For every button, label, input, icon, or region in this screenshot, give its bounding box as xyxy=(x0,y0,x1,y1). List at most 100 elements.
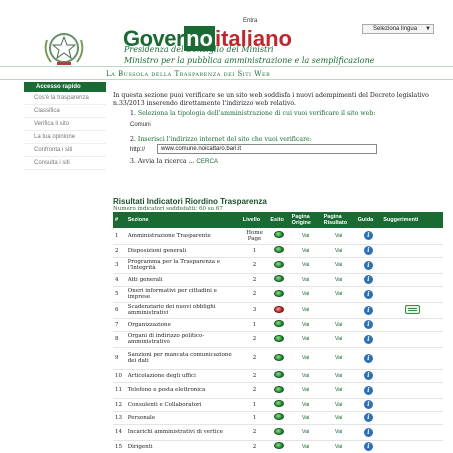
row-guida: i xyxy=(355,382,382,399)
pagina-risultato-link[interactable]: Vai xyxy=(321,398,356,412)
row-number: 6 xyxy=(113,302,126,319)
row-sezione: Amministrazione Trasparente xyxy=(125,228,241,245)
pagina-risultato-link[interactable]: Vai xyxy=(321,257,356,274)
pagina-risultato-link[interactable]: Vai xyxy=(321,286,356,303)
info-icon[interactable]: i xyxy=(363,400,373,409)
tipologia-select[interactable]: Comuni xyxy=(130,122,151,128)
col-suggerimenti: Suggerimenti xyxy=(381,212,443,228)
row-guida: i xyxy=(355,424,382,441)
row-esito xyxy=(268,244,290,258)
sidebar-item-confronta[interactable]: Confronta i siti xyxy=(24,144,106,157)
row-number: 13 xyxy=(113,411,126,425)
row-livello: 1 xyxy=(240,244,269,258)
info-icon[interactable]: i xyxy=(363,427,373,437)
row-number: 3 xyxy=(113,257,126,274)
pagina-origine-link[interactable]: Vai xyxy=(289,244,322,258)
cerca-button[interactable]: CERCA xyxy=(196,158,218,165)
info-icon[interactable]: i xyxy=(363,385,373,395)
row-sezione: Articolazione degli uffici xyxy=(125,369,241,383)
pagina-risultato-link[interactable]: Vai xyxy=(321,273,356,287)
info-icon[interactable]: i xyxy=(363,231,373,241)
row-esito xyxy=(268,382,290,399)
col-sezione: Sezione xyxy=(125,212,241,228)
row-livello: 1 xyxy=(240,411,269,425)
row-livello: 2 xyxy=(240,286,269,303)
language-select[interactable]: Seleziona lingua ▼ xyxy=(362,24,434,34)
table-row: 14 Incarichi amministrativi di vertice 2 Va… xyxy=(113,424,443,441)
pagina-origine-link[interactable]: Vai xyxy=(289,411,322,425)
row-sezione: Dirigenti xyxy=(125,440,241,453)
info-icon[interactable]: i xyxy=(363,289,373,299)
info-icon[interactable]: i xyxy=(363,334,373,344)
sidebar-item-verifica[interactable]: Verifica il sito xyxy=(24,118,106,131)
info-icon[interactable]: i xyxy=(363,353,373,363)
pagina-origine-link[interactable]: Vai xyxy=(289,318,322,332)
row-suggerimenti xyxy=(381,424,443,441)
pagina-origine-link[interactable]: Vai xyxy=(289,440,322,453)
status-ok-icon xyxy=(274,260,285,268)
info-icon[interactable]: i xyxy=(363,371,373,380)
row-livello: 2 xyxy=(240,347,269,370)
pagina-origine-link[interactable]: Vai xyxy=(289,286,322,303)
info-icon[interactable]: i xyxy=(363,275,373,284)
url-input[interactable]: www.comune.noicattaro.bari.it xyxy=(157,144,377,154)
row-guida: i xyxy=(355,244,382,258)
pagina-origine-link[interactable]: Vai xyxy=(289,347,322,370)
pagina-risultato-link[interactable] xyxy=(321,302,356,319)
row-livello: 1 xyxy=(240,318,269,332)
results-table: # Sezione Livello Esito Pagina Origine P… xyxy=(113,212,443,453)
pagina-risultato-link[interactable]: Vai xyxy=(321,440,356,453)
chevron-down-icon: ▼ xyxy=(425,26,431,32)
row-suggerimenti xyxy=(381,318,443,332)
info-icon[interactable]: i xyxy=(363,246,373,255)
ministro-subtitle: Ministro per la pubblica amministrazione… xyxy=(124,56,375,65)
pagina-risultato-link[interactable]: Vai xyxy=(321,318,356,332)
pagina-origine-link[interactable]: Vai xyxy=(289,398,322,412)
table-row: 5 Oneri informativi per cittadini e impre… xyxy=(113,286,443,303)
pagina-risultato-link[interactable]: Vai xyxy=(321,382,356,399)
sidebar-heading: Accesso rapido xyxy=(24,82,106,92)
pagina-origine-link[interactable]: Vai xyxy=(289,257,322,274)
info-icon[interactable]: i xyxy=(363,442,373,451)
pagina-origine-link[interactable]: Vai xyxy=(289,228,322,245)
row-number: 8 xyxy=(113,331,126,348)
info-icon[interactable]: i xyxy=(363,260,373,270)
status-ok-icon xyxy=(274,413,285,420)
intro-text: In questa sezione puoi verificare se un … xyxy=(113,92,429,107)
row-number: 1 xyxy=(113,228,126,245)
row-guida: i xyxy=(355,331,382,348)
suggestion-icon[interactable] xyxy=(404,304,420,314)
pagina-risultato-link[interactable]: Vai xyxy=(321,411,356,425)
login-link[interactable]: Entra xyxy=(243,18,257,24)
row-livello: 2 xyxy=(240,440,269,453)
pagina-origine-link[interactable]: Vai xyxy=(289,369,322,383)
pagina-risultato-link[interactable]: Vai xyxy=(321,244,356,258)
col-esito: Esito xyxy=(268,212,290,228)
pagina-origine-link[interactable]: Vai xyxy=(289,382,322,399)
row-livello: Home Page xyxy=(240,228,269,245)
pagina-risultato-link[interactable]: Vai xyxy=(321,424,356,441)
pagina-origine-link[interactable]: Vai xyxy=(289,424,322,441)
info-icon[interactable]: i xyxy=(363,320,373,329)
pagina-risultato-link[interactable]: Vai xyxy=(321,331,356,348)
sidebar-item-opinione[interactable]: La tua opinione xyxy=(24,131,106,144)
status-ok-icon xyxy=(274,400,285,407)
step-2: 2. Inserisci l'indirizzo internet del si… xyxy=(130,136,312,143)
sidebar-item-classifica[interactable]: Classifica xyxy=(24,105,106,118)
status-ok-icon xyxy=(274,385,285,393)
row-number: 2 xyxy=(113,244,126,258)
sidebar-item-consulta[interactable]: Consulta i siti xyxy=(24,157,106,170)
sidebar-item-trasparenza[interactable]: Cos'è la trasparenza xyxy=(24,92,106,105)
info-icon[interactable]: i xyxy=(363,413,373,422)
row-esito xyxy=(268,398,290,412)
pagina-risultato-link[interactable]: Vai xyxy=(321,369,356,383)
pagina-risultato-link[interactable]: Vai xyxy=(321,228,356,245)
row-number: 15 xyxy=(113,440,126,453)
pagina-origine-link[interactable]: Vai xyxy=(289,302,322,319)
pagina-origine-link[interactable]: Vai xyxy=(289,273,322,287)
header: Entra Governoitaliano Presidenza del Con… xyxy=(0,0,453,65)
pagina-origine-link[interactable]: Vai xyxy=(289,331,322,348)
pagina-risultato-link[interactable]: Vai xyxy=(321,347,356,370)
info-icon[interactable]: i xyxy=(363,305,373,315)
row-number: 14 xyxy=(113,424,126,441)
